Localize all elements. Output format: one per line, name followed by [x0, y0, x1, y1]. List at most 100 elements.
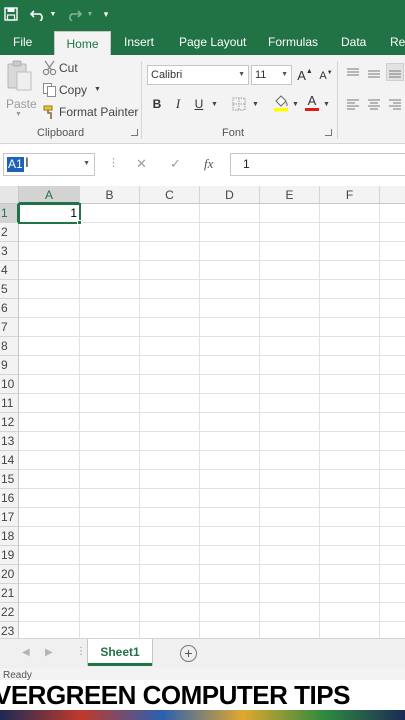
cell-b1[interactable] — [80, 204, 140, 223]
cell-c8[interactable] — [140, 337, 200, 356]
cell-d5[interactable] — [200, 280, 260, 299]
grow-font-button[interactable]: A ▲ — [296, 66, 314, 84]
cell-a9[interactable] — [19, 356, 80, 375]
cell-c21[interactable] — [140, 584, 200, 603]
cell-g8[interactable] — [380, 337, 405, 356]
cell-c7[interactable] — [140, 318, 200, 337]
cell-e15[interactable] — [260, 470, 320, 489]
tab-file[interactable]: File — [13, 28, 32, 55]
cell-d4[interactable] — [200, 261, 260, 280]
cell-e20[interactable] — [260, 565, 320, 584]
row-header-6[interactable]: 6 — [0, 299, 19, 318]
tab-data[interactable]: Data — [341, 28, 366, 55]
cell-e21[interactable] — [260, 584, 320, 603]
column-header-e[interactable]: E — [260, 186, 320, 204]
cell-d10[interactable] — [200, 375, 260, 394]
cell-e1[interactable] — [260, 204, 320, 223]
cell-c22[interactable] — [140, 603, 200, 622]
row-header-5[interactable]: 5 — [0, 280, 19, 299]
cell-d7[interactable] — [200, 318, 260, 337]
cell-g16[interactable] — [380, 489, 405, 508]
align-left-button[interactable] — [344, 95, 362, 113]
cell-c18[interactable] — [140, 527, 200, 546]
cell-e9[interactable] — [260, 356, 320, 375]
cell-e11[interactable] — [260, 394, 320, 413]
font-color-button[interactable]: A — [303, 93, 321, 111]
cell-a6[interactable] — [19, 299, 80, 318]
middle-align-button[interactable] — [365, 65, 383, 83]
tab-review[interactable]: Re — [390, 28, 405, 55]
row-header-23[interactable]: 23 — [0, 622, 19, 638]
bottom-align-button[interactable] — [386, 63, 404, 81]
cell-a5[interactable] — [19, 280, 80, 299]
cell-a19[interactable] — [19, 546, 80, 565]
formula-bar-grip-icon[interactable]: ⋮ — [108, 156, 119, 169]
row-header-12[interactable]: 12 — [0, 413, 19, 432]
row-header-4[interactable]: 4 — [0, 261, 19, 280]
redo-dropdown-icon[interactable]: ▼ — [86, 4, 94, 24]
cell-e19[interactable] — [260, 546, 320, 565]
cell-f6[interactable] — [320, 299, 380, 318]
cell-e12[interactable] — [260, 413, 320, 432]
cell-c2[interactable] — [140, 223, 200, 242]
cell-a22[interactable] — [19, 603, 80, 622]
fill-color-dropdown-icon[interactable]: ▼ — [292, 101, 299, 108]
cell-f18[interactable] — [320, 527, 380, 546]
undo-dropdown-icon[interactable]: ▼ — [49, 4, 57, 24]
cell-a12[interactable] — [19, 413, 80, 432]
sheet-tab-sheet1[interactable]: Sheet1 — [88, 639, 152, 666]
chevron-down-icon[interactable]: ▼ — [83, 160, 90, 167]
cell-d1[interactable] — [200, 204, 260, 223]
customize-qat-icon[interactable]: ▾ — [100, 4, 112, 24]
name-box[interactable]: A1 ▼ — [3, 153, 95, 176]
formula-input[interactable]: 1 — [230, 153, 405, 176]
top-align-button[interactable] — [344, 65, 362, 83]
cell-f23[interactable] — [320, 622, 380, 638]
cell-b10[interactable] — [80, 375, 140, 394]
cell-f19[interactable] — [320, 546, 380, 565]
cell-b8[interactable] — [80, 337, 140, 356]
font-name-select[interactable]: Calibri ▼ — [147, 65, 249, 85]
cell-g2[interactable] — [380, 223, 405, 242]
cell-d15[interactable] — [200, 470, 260, 489]
cancel-icon[interactable]: ✕ — [136, 156, 147, 172]
cell-e2[interactable] — [260, 223, 320, 242]
tab-formulas[interactable]: Formulas — [268, 28, 318, 55]
cell-f13[interactable] — [320, 432, 380, 451]
copy-button[interactable]: Copy ▼ — [40, 81, 110, 99]
cell-g7[interactable] — [380, 318, 405, 337]
borders-button[interactable] — [230, 95, 248, 113]
cell-b7[interactable] — [80, 318, 140, 337]
cell-d13[interactable] — [200, 432, 260, 451]
cell-d21[interactable] — [200, 584, 260, 603]
cell-a15[interactable] — [19, 470, 80, 489]
cell-e13[interactable] — [260, 432, 320, 451]
cell-a17[interactable] — [19, 508, 80, 527]
cell-c15[interactable] — [140, 470, 200, 489]
cell-f17[interactable] — [320, 508, 380, 527]
cell-d20[interactable] — [200, 565, 260, 584]
cell-g15[interactable] — [380, 470, 405, 489]
fill-color-button[interactable] — [272, 94, 290, 112]
clipboard-dialog-launcher-icon[interactable] — [131, 129, 138, 136]
cell-b5[interactable] — [80, 280, 140, 299]
cell-c12[interactable] — [140, 413, 200, 432]
row-header-20[interactable]: 20 — [0, 565, 19, 584]
cell-b14[interactable] — [80, 451, 140, 470]
next-sheet-icon[interactable]: ▶ — [45, 647, 53, 658]
borders-dropdown-icon[interactable]: ▼ — [252, 101, 259, 108]
cell-g10[interactable] — [380, 375, 405, 394]
font-color-dropdown-icon[interactable]: ▼ — [323, 101, 330, 108]
cell-a3[interactable] — [19, 242, 80, 261]
insert-function-icon[interactable]: fx — [204, 156, 213, 172]
cell-g18[interactable] — [380, 527, 405, 546]
cell-g4[interactable] — [380, 261, 405, 280]
cell-g3[interactable] — [380, 242, 405, 261]
cell-a14[interactable] — [19, 451, 80, 470]
cell-a1[interactable]: 1 — [19, 204, 80, 223]
cell-c19[interactable] — [140, 546, 200, 565]
row-header-21[interactable]: 21 — [0, 584, 19, 603]
column-header-a[interactable]: A — [19, 186, 80, 204]
cell-e10[interactable] — [260, 375, 320, 394]
cell-d14[interactable] — [200, 451, 260, 470]
